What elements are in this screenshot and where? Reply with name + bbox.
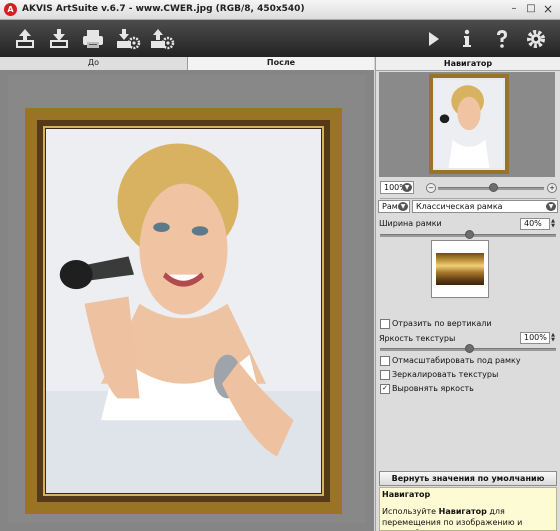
scale-to-frame-label: Отмасштабировать под рамку: [392, 356, 521, 365]
help-icon: [497, 30, 507, 48]
title-bar: A AKVIS ArtSuite v.6.7 - www.CWER.jpg (R…: [0, 0, 560, 20]
chevron-down-icon: ▼: [402, 183, 412, 192]
toolbar: [0, 20, 560, 57]
frame-type-select[interactable]: Классическая рамка ▼: [412, 200, 558, 213]
export-settings-icon: [151, 29, 175, 50]
texture-brightness-input[interactable]: 100%: [520, 332, 550, 344]
thumbnail-image: [435, 80, 503, 168]
navigator-title: Навигатор: [376, 57, 560, 71]
import-settings-button[interactable]: [115, 26, 141, 52]
equalize-brightness-checkbox[interactable]: ✓: [380, 384, 390, 394]
maximize-button[interactable]: □: [524, 3, 538, 16]
equalize-brightness-label: Выровнять яркость: [392, 384, 474, 393]
preferences-button[interactable]: [523, 26, 549, 52]
info-icon: [463, 29, 471, 47]
texture-brightness-spinner[interactable]: ▲ ▼: [550, 333, 556, 343]
frame-width-input[interactable]: 40%: [520, 218, 550, 230]
frame-width-spinner[interactable]: ▲ ▼: [550, 219, 556, 229]
texture-image: [436, 253, 484, 285]
category-select[interactable]: Рамки ▼: [378, 200, 410, 213]
tab-after[interactable]: После: [188, 57, 374, 70]
run-button[interactable]: [420, 26, 446, 52]
help-text-bold: Навигатор: [438, 507, 487, 516]
close-button[interactable]: ×: [541, 3, 555, 16]
help-title: Навигатор: [382, 490, 431, 499]
flip-vertical-label: Отразить по вертикали: [392, 319, 492, 328]
preferences-icon: [527, 30, 545, 48]
divider: [380, 198, 556, 199]
chevron-down-icon: ▼: [398, 202, 408, 211]
texture-preview[interactable]: [431, 240, 489, 298]
info-button[interactable]: [454, 26, 480, 52]
zoom-row: 100% ▼ − +: [380, 181, 557, 195]
help-button[interactable]: [489, 26, 515, 52]
texture-brightness-slider-handle[interactable]: [465, 344, 474, 353]
image-canvas[interactable]: [8, 75, 366, 523]
help-text-start: Используйте: [382, 507, 439, 516]
mirror-textures-label: Зеркалировать текстуры: [392, 370, 499, 379]
zoom-slider-handle[interactable]: [489, 183, 498, 192]
open-icon: [16, 29, 34, 48]
navigator-preview[interactable]: [379, 72, 555, 177]
tab-before[interactable]: До: [0, 57, 188, 70]
frame-type-value: Классическая рамка: [416, 202, 503, 211]
export-settings-button[interactable]: [149, 26, 175, 52]
zoom-in-icon[interactable]: +: [547, 183, 557, 193]
mirror-textures-checkbox[interactable]: [380, 370, 390, 380]
view-tabs: До После: [0, 57, 374, 70]
navigator-thumbnail[interactable]: [429, 74, 509, 174]
import-settings-icon: [117, 29, 141, 50]
save-icon: [50, 29, 68, 48]
texture-brightness-label: Яркость текстуры: [379, 334, 456, 343]
print-icon: [83, 30, 103, 48]
open-button[interactable]: [12, 26, 38, 52]
frame-width-label: Ширина рамки: [379, 219, 442, 228]
minimize-button[interactable]: –: [507, 3, 521, 16]
window-title: AKVIS ArtSuite v.6.7 - www.CWER.jpg (RGB…: [22, 4, 305, 14]
frame-width-slider-handle[interactable]: [465, 230, 474, 239]
scale-to-frame-checkbox[interactable]: [380, 356, 390, 366]
zoom-select[interactable]: 100% ▼: [380, 181, 414, 194]
reset-defaults-button[interactable]: Вернуть значения по умолчанию: [379, 471, 557, 486]
chevron-down-icon: ▼: [546, 202, 556, 211]
portrait-image: [46, 129, 321, 493]
zoom-out-icon[interactable]: −: [426, 183, 436, 193]
help-text: Используйте Навигатор для перемещения по…: [382, 506, 554, 530]
help-panel: Навигатор Используйте Навигатор для пере…: [379, 487, 557, 531]
settings-panel: Навигатор 100% ▼ − + Рамки ▼ Классическа…: [375, 57, 560, 531]
app-logo-icon: A: [4, 3, 17, 16]
image-pane: До После: [0, 57, 374, 531]
run-icon: [429, 32, 439, 46]
save-button[interactable]: [46, 26, 72, 52]
print-button[interactable]: [80, 26, 106, 52]
classic-frame: [25, 108, 342, 514]
result-photo: [46, 129, 321, 493]
flip-vertical-checkbox[interactable]: [380, 319, 390, 329]
